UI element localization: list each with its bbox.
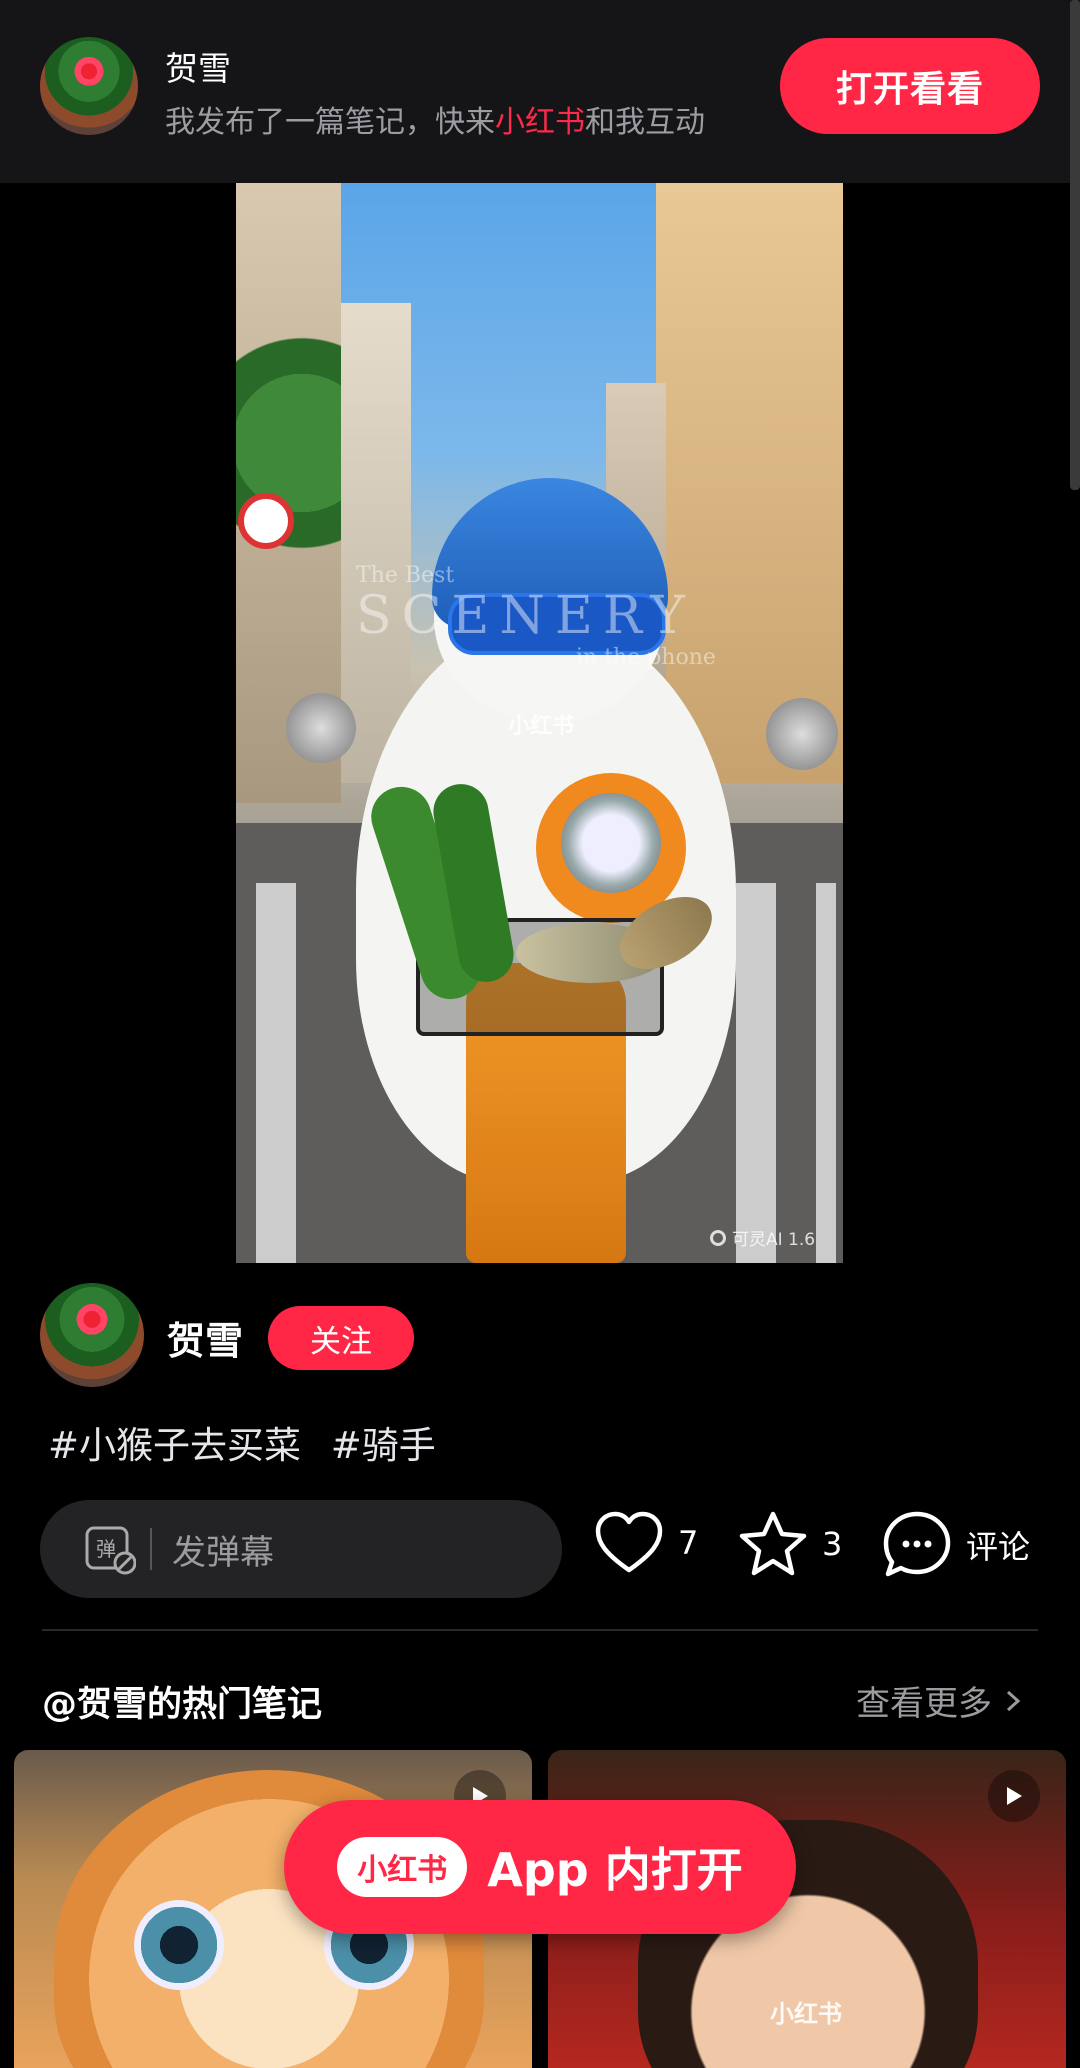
mirror-right — [766, 698, 838, 770]
comment-label: 评论 — [966, 1528, 1031, 1566]
mirror-left — [286, 693, 356, 763]
ai-badge-icon — [710, 1229, 726, 1246]
video-player[interactable]: The Best SCENERY in the phone 小红书 可灵AI 1… — [236, 183, 843, 1263]
open-in-app-button[interactable]: 小红书 App 内打开 — [284, 1800, 796, 1934]
crosswalk-right — [736, 883, 836, 1263]
headlight — [561, 793, 661, 893]
open-in-app-label: App 内打开 — [487, 1843, 743, 1897]
section-divider — [42, 1629, 1038, 1631]
banner-avatar[interactable] — [40, 37, 138, 135]
hashtag[interactable]: #小猴子去买菜 — [48, 1424, 301, 1467]
see-more-label: 查看更多 — [856, 1684, 992, 1724]
heart-icon — [595, 1511, 663, 1573]
ai-badge: 可灵AI 1.6 — [710, 1225, 815, 1250]
hashtag[interactable]: #骑手 — [331, 1424, 436, 1467]
banner-subtitle-pre: 我发布了一篇笔记，快来 — [165, 105, 495, 140]
xiaohongshu-logo: 小红书 — [337, 1837, 468, 1897]
favorite-button[interactable]: 3 — [738, 1510, 842, 1578]
danmaku-divider — [150, 1528, 152, 1570]
watermark-line-3: in the phone — [576, 645, 716, 671]
chevron-right-icon — [1006, 1690, 1021, 1711]
kitten-eye-left — [134, 1900, 224, 1990]
banner-subtitle-post: 和我互动 — [585, 105, 705, 140]
comment-button[interactable]: 评论 — [882, 1510, 1030, 1580]
watermark-line-2: SCENERY — [356, 586, 695, 646]
like-button[interactable]: 7 — [594, 1510, 698, 1576]
hashtag-list: #小猴子去买菜 #骑手 — [48, 1415, 454, 1469]
building-right — [656, 183, 843, 783]
follow-button[interactable]: 关注 — [268, 1306, 414, 1370]
danmaku-input[interactable]: 弹 发弹幕 — [40, 1500, 562, 1598]
svg-text:弹: 弹 — [96, 1537, 116, 1561]
video-logo-watermark: 小红书 — [508, 714, 575, 739]
like-count: 7 — [678, 1524, 699, 1562]
crosswalk-left — [256, 883, 336, 1263]
favorite-count: 3 — [822, 1525, 843, 1563]
banner-author-name: 贺雪 — [165, 49, 231, 88]
video-watermark: The Best SCENERY in the phone — [356, 563, 756, 670]
open-look-button[interactable]: 打开看看 — [780, 38, 1040, 134]
danmaku-icon: 弹 — [85, 1526, 136, 1575]
comment-icon — [883, 1511, 951, 1577]
banner-subtitle-brand: 小红书 — [495, 105, 585, 140]
thumbnail-logo-watermark: 小红书 — [770, 2000, 842, 2028]
danmaku-placeholder: 发弹幕 — [172, 1532, 274, 1573]
play-icon — [988, 1770, 1040, 1822]
hot-notes-title: @贺雪的热门笔记 — [42, 1685, 323, 1725]
scrollbar[interactable] — [1070, 0, 1080, 490]
watermark-line-1: The Best — [356, 563, 455, 588]
no-parking-sign — [238, 493, 294, 549]
see-more-link[interactable]: 查看更多 — [856, 1676, 1026, 1725]
tree — [236, 283, 346, 603]
banner-subtitle: 我发布了一篇笔记，快来小红书和我互动 — [165, 97, 705, 141]
author-name[interactable]: 贺雪 — [167, 1310, 243, 1365]
ai-badge-label: 可灵AI 1.6 — [732, 1230, 816, 1250]
author-avatar[interactable] — [40, 1283, 144, 1387]
star-icon — [739, 1511, 807, 1576]
